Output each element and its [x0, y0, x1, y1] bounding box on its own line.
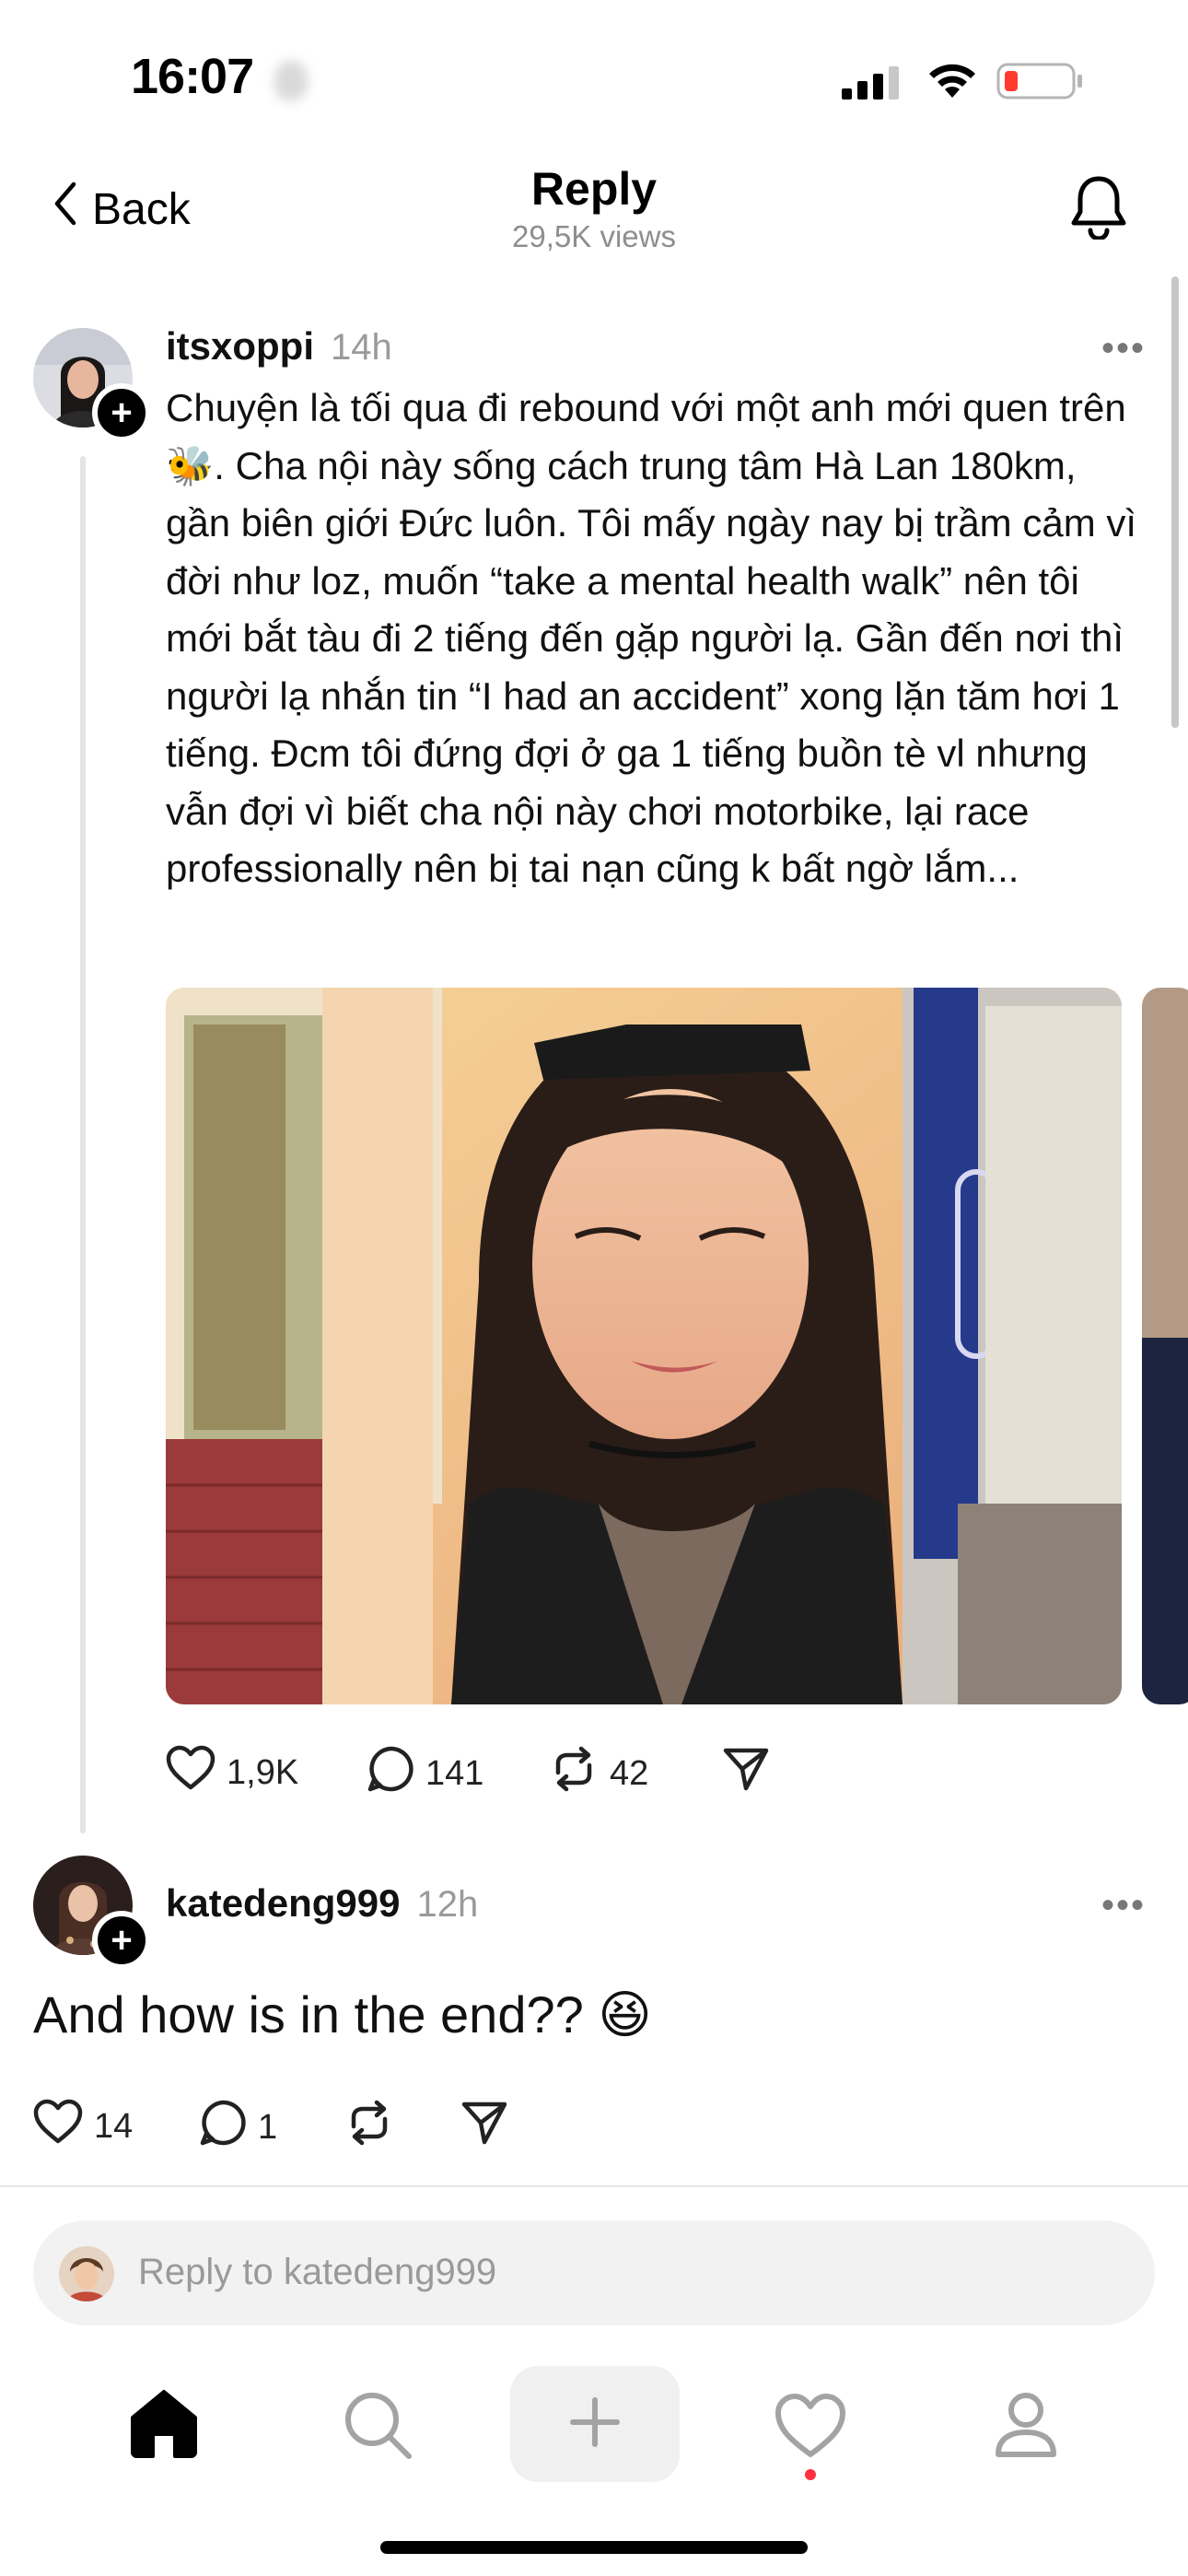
- follow-plus-icon[interactable]: +: [92, 383, 151, 442]
- compose-button[interactable]: [510, 2366, 680, 2482]
- repost-icon: [549, 1745, 599, 1802]
- post-photo[interactable]: [166, 988, 1122, 1704]
- home-indicator[interactable]: [380, 2541, 808, 2554]
- like-button[interactable]: 1,9K: [166, 1745, 298, 1800]
- blurred-status-indicator: [274, 61, 308, 101]
- share-icon[interactable]: [460, 2099, 508, 2151]
- more-options-icon[interactable]: •••: [1101, 1885, 1146, 1926]
- bell-icon[interactable]: [1068, 173, 1129, 244]
- repost-count: 42: [610, 1753, 649, 1793]
- reply-text: And how is in the end?? 😆: [33, 1985, 652, 2043]
- reply-time: 12h: [416, 1884, 479, 1925]
- status-time: 16:07: [131, 49, 254, 104]
- next-photo-preview[interactable]: [1142, 988, 1188, 1704]
- comment-count: 141: [425, 1753, 484, 1793]
- heart-icon: [33, 2099, 83, 2154]
- search-icon[interactable]: [343, 2390, 413, 2465]
- like-count: 1,9K: [227, 1752, 299, 1792]
- divider: [0, 2185, 1188, 2187]
- comment-count: 1: [258, 2107, 278, 2147]
- comment-button[interactable]: 1: [199, 2099, 277, 2156]
- post-time: 14h: [331, 327, 392, 368]
- view-count: 29,5K views: [512, 219, 676, 253]
- comment-bubble-icon: [199, 2099, 247, 2156]
- heart-icon: [166, 1745, 215, 1800]
- follow-plus-icon[interactable]: +: [92, 1911, 151, 1970]
- home-icon[interactable]: [127, 2388, 201, 2463]
- post-username[interactable]: itsxoppi: [166, 324, 314, 369]
- repost-icon[interactable]: [344, 2099, 394, 2151]
- reply-input-placeholder: Reply to katedeng999: [138, 2252, 497, 2292]
- thread-line: [80, 456, 86, 1833]
- profile-icon[interactable]: [993, 2390, 1059, 2465]
- reply-username[interactable]: katedeng999: [166, 1881, 400, 1926]
- repost-button[interactable]: 42: [549, 1745, 648, 1802]
- page-title: Reply: [530, 163, 658, 215]
- avatar: [59, 2246, 114, 2301]
- like-count: 14: [94, 2106, 134, 2146]
- notification-dot: [805, 2469, 816, 2480]
- wifi-icon: [925, 61, 980, 106]
- comment-bubble-icon: [367, 1745, 414, 1802]
- cellular-signal-icon: [840, 64, 904, 106]
- comment-button[interactable]: 141: [367, 1745, 483, 1802]
- battery-icon: [996, 61, 1085, 106]
- plus-icon: [567, 2395, 623, 2454]
- post-text: Chuyện là tối qua đi rebound với một anh…: [166, 386, 1137, 890]
- more-options-icon[interactable]: •••: [1101, 328, 1146, 369]
- like-button[interactable]: 14: [33, 2099, 133, 2154]
- scrollbar[interactable]: [1171, 276, 1179, 728]
- heart-icon[interactable]: [774, 2392, 847, 2465]
- share-icon[interactable]: [722, 1745, 770, 1797]
